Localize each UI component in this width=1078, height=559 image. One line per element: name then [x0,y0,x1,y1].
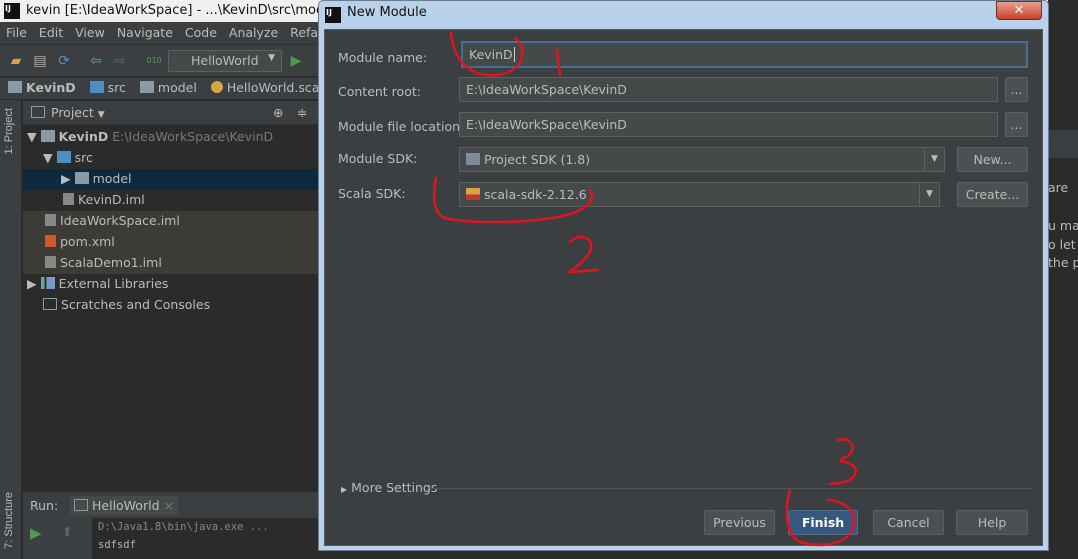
folder-icon [89,81,104,93]
collapse-icon[interactable]: ≑ [297,105,307,120]
rerun-icon[interactable]: ▶ [30,524,42,542]
project-tree: ▼ KevinD E:\IdeaWorkSpace\KevinD ▼ src ▶… [23,127,323,327]
package-icon [139,81,154,93]
menu-analyze[interactable]: Analyze [229,25,278,41]
breadcrumb-kevind[interactable]: KevinD [8,80,76,97]
module-icon [8,81,22,93]
help-button[interactable]: Help [956,510,1028,535]
dialog-title: IJ New Module [325,5,427,25]
chevron-down-icon: ▼ [919,183,939,206]
source-folder-icon [56,151,71,163]
menu-bar: File Edit View Navigate Code Analyze Ref… [0,22,337,44]
tree-item-external-libraries[interactable]: ▶ External Libraries [23,274,323,295]
module-file-location-input[interactable]: E:\IdeaWorkSpace\KevinD [459,112,998,137]
dialog-body: Module name: KevinD Content root: E:\Ide… [324,29,1043,546]
module-name-label: Module name: [338,50,428,65]
breadcrumb: KevinD src model HelloWorld.scala [0,77,331,99]
menu-code[interactable]: Code [185,25,217,41]
editor-background: are u ma o let the p [1048,0,1078,559]
module-name-input[interactable]: KevinD [461,41,1028,68]
open-folder-icon[interactable]: ▰ [8,53,24,69]
back-icon[interactable]: ⇦ [88,53,104,69]
finish-button[interactable]: Finish [788,510,858,535]
left-tool-strip: 1: Project 7: Structure [0,100,22,559]
new-sdk-button[interactable]: New... [957,147,1028,172]
module-file-browse-button[interactable]: ... [1005,112,1028,137]
scala-sdk-dropdown[interactable]: scala-sdk-2.12.6 ▼ [459,182,940,207]
locate-icon[interactable]: ⊕ [273,105,283,120]
intellij-logo: IJ [325,7,341,23]
module-sdk-label: Module SDK: [338,151,418,166]
content-root-browse-button[interactable]: ... [1005,77,1028,102]
menu-navigate[interactable]: Navigate [117,25,173,41]
run-tab-helloworld[interactable]: HelloWorld × [70,496,178,515]
console-output: D:\Java1.8\bin\java.exe ... sdfsdf [92,518,318,559]
forward-icon[interactable]: ⇨ [112,53,128,69]
tree-item-kevind-iml[interactable]: KevinD.iml [23,190,323,211]
libraries-icon [40,277,55,289]
iml-file-icon [63,193,74,205]
cancel-button[interactable]: Cancel [873,510,944,535]
chevron-down-icon: ▼ [268,53,275,63]
content-root-input[interactable]: E:\IdeaWorkSpace\KevinD [459,77,998,102]
toolbar: ▰ ▤ ⟳ ⇦ ⇨ 010 HelloWorld ▼ ▶ [0,44,330,76]
close-tab-icon[interactable]: × [164,498,174,513]
content-root-label: Content root: [338,84,421,99]
project-view-selector[interactable]: Project [51,105,94,120]
previous-button[interactable]: Previous [704,510,775,535]
chevron-down-icon: ▼ [924,148,944,171]
run-config-dropdown[interactable]: HelloWorld ▼ [168,50,282,72]
maven-file-icon [45,235,56,247]
console-icon [74,499,88,511]
sdk-folder-icon [466,153,480,165]
more-settings-toggle[interactable]: ▶ More Settings [341,480,437,495]
menu-view[interactable]: View [75,25,105,41]
breadcrumb-file[interactable]: HelloWorld.scala [210,80,331,97]
build-icon[interactable]: 010 [146,53,162,69]
menu-file[interactable]: File [6,25,27,41]
scala-library-icon [466,188,480,200]
dialog-close-button[interactable]: ✕ [996,1,1042,20]
scala-object-icon [210,81,223,93]
package-icon [74,172,89,184]
new-module-dialog: IJ New Module ✕ Module name: KevinD Conte… [318,0,1049,551]
menu-edit[interactable]: Edit [39,25,63,41]
scroll-up-icon[interactable]: ⬆ [62,524,72,539]
tree-item-model[interactable]: ▶ model [23,169,323,190]
window-title: kevin [E:\IdeaWorkSpace] - ...\KevinD\sr… [26,3,358,18]
create-scala-sdk-button[interactable]: Create... [957,182,1028,207]
scratches-icon [43,298,57,310]
expand-arrow-icon: ▶ [341,485,348,494]
sync-icon[interactable]: ⟳ [56,53,72,69]
tab-project[interactable]: 1: Project [3,108,15,154]
tree-item-scratches[interactable]: Scratches and Consoles [23,295,323,316]
scala-sdk-label: Scala SDK: [338,186,406,201]
project-panel-header: Project ▼ ⊕ ≑ [23,101,323,125]
breadcrumb-src[interactable]: src [89,80,126,97]
tree-item-ideaworkspace-iml[interactable]: IdeaWorkSpace.iml [23,211,323,232]
save-icon[interactable]: ▤ [32,53,48,69]
module-folder-icon [40,130,55,142]
run-icon[interactable]: ▶ [288,53,304,69]
tree-item-kevind[interactable]: ▼ KevinD E:\IdeaWorkSpace\KevinD [23,127,323,148]
tree-item-pom-xml[interactable]: pom.xml [23,232,323,253]
iml-file-icon [45,214,56,226]
module-file-location-label: Module file location: [338,119,465,134]
module-sdk-dropdown[interactable]: Project SDK (1.8) ▼ [459,147,945,172]
project-view-icon [31,106,45,118]
iml-file-icon [45,256,56,268]
breadcrumb-model[interactable]: model [139,80,197,97]
separator [430,488,1034,489]
tree-item-scalademo1-iml[interactable]: ScalaDemo1.iml [23,253,323,274]
intellij-logo: IJ [4,3,20,19]
tab-structure[interactable]: 7: Structure [3,492,15,549]
tree-item-src[interactable]: ▼ src [23,148,323,169]
